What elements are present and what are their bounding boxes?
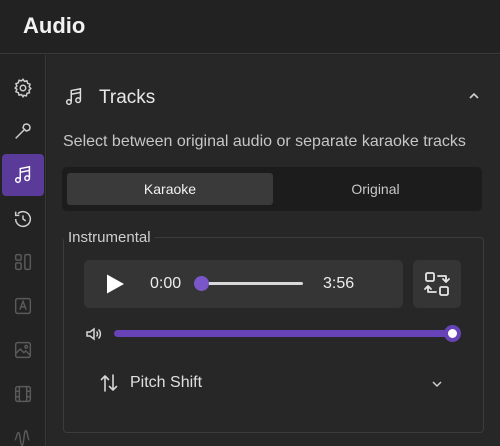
audio-player: 0:00 3:56 [84,260,403,308]
image-icon [14,341,32,359]
sort-arrows-icon [100,374,118,392]
header: Audio [0,0,500,54]
track-mode-toggle: Karaoke Original [62,167,482,211]
pitch-shift-label: Pitch Shift [130,374,203,391]
sidebar-item-layout[interactable] [2,241,44,283]
tracks-section-header[interactable]: Tracks [47,55,500,141]
swap-track-button[interactable] [413,260,461,308]
sidebar [0,55,46,446]
pitch-shift-dropdown[interactable]: Pitch Shift [84,361,464,405]
film-icon [14,385,32,403]
text-icon [14,297,32,315]
music-note-icon [65,87,82,106]
volume-icon[interactable] [85,325,103,343]
volume-slider[interactable] [114,330,454,337]
sidebar-item-video[interactable] [2,373,44,415]
chevron-down-icon [432,381,442,388]
sidebar-item-text[interactable] [2,285,44,327]
group-label: Instrumental [64,229,155,246]
sidebar-item-audio[interactable] [2,154,44,196]
seek-bar[interactable] [202,282,303,285]
sidebar-item-tools[interactable] [2,110,44,152]
volume-fill [114,330,454,337]
seek-handle[interactable] [194,276,209,291]
current-time: 0:00 [150,275,182,292]
gear-icon [14,78,32,99]
section-description: Select between original audio or separat… [63,133,466,150]
layout-icon [14,253,32,271]
music-note-icon [14,165,31,184]
sidebar-item-waveform[interactable] [2,417,44,446]
total-time: 3:56 [323,275,355,292]
swap-icon [424,272,450,296]
history-icon [14,211,32,228]
wand-icon [15,123,31,139]
sidebar-item-image[interactable] [2,329,44,371]
tab-original[interactable]: Original [275,173,476,205]
audio-panel: Tracks Select between original audio or … [47,55,500,446]
volume-handle[interactable] [444,325,461,342]
sidebar-item-history[interactable] [2,198,44,240]
sidebar-item-settings[interactable] [2,67,44,109]
section-title: Tracks [99,87,156,108]
chevron-up-icon[interactable] [467,89,481,103]
play-icon[interactable] [104,273,126,295]
waveform-icon [14,429,30,446]
tab-karaoke[interactable]: Karaoke [67,173,273,205]
page-title: Audio [23,13,86,38]
